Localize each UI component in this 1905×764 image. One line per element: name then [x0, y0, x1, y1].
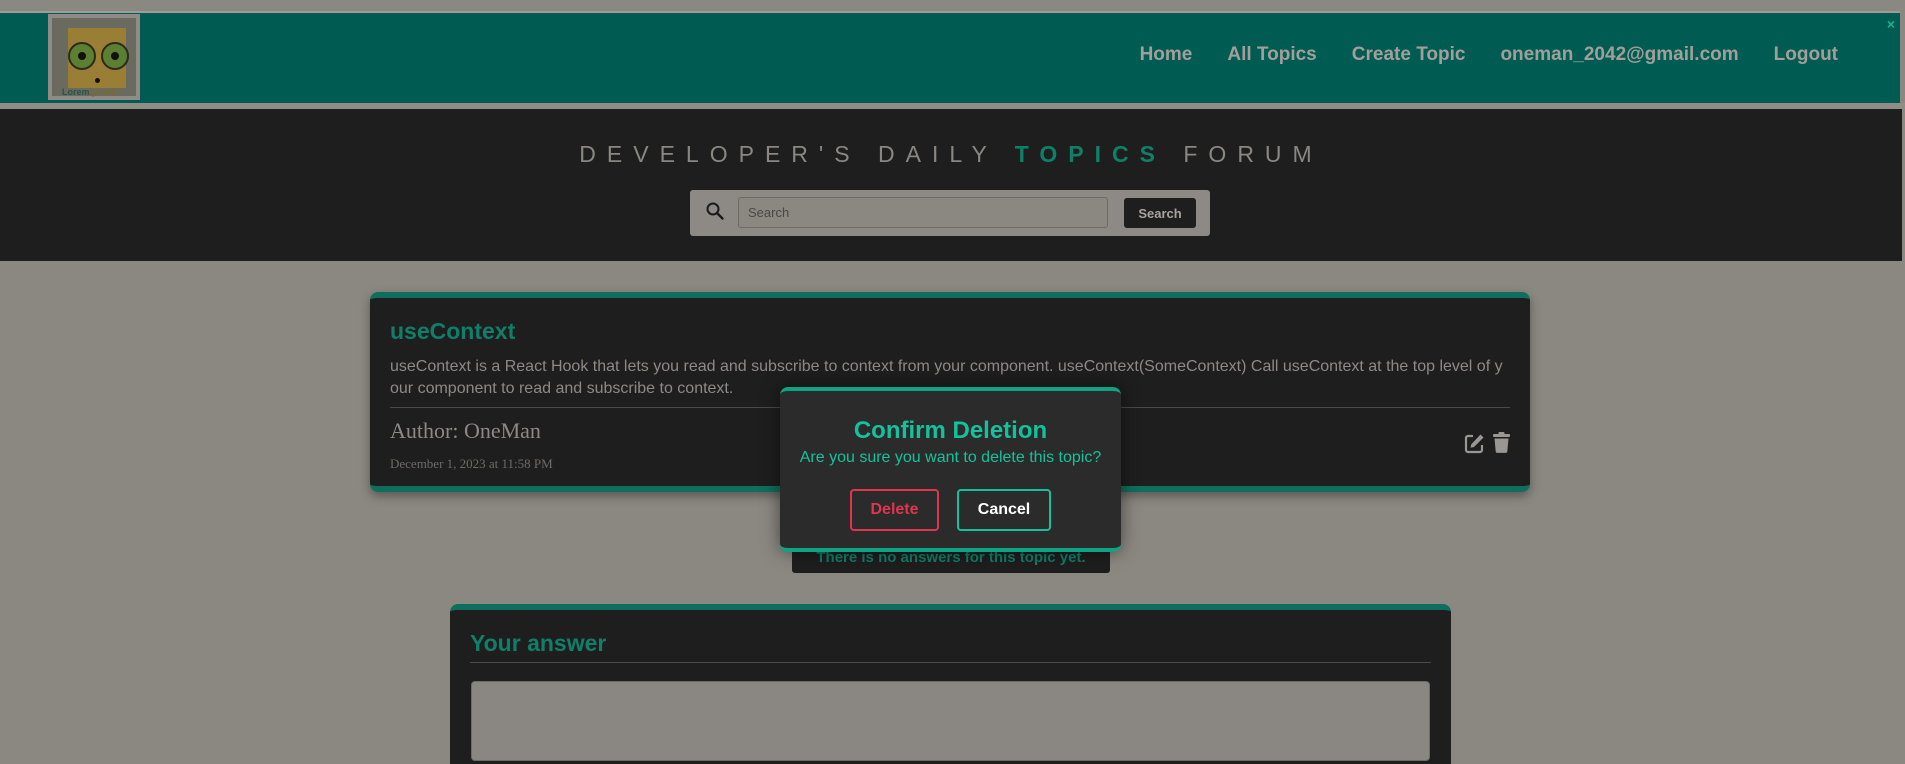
logo-left-eye	[68, 42, 96, 70]
page-title: DEVELOPER'S DAILY TOPICS FORUM	[0, 141, 1902, 168]
hero-banner: DEVELOPER'S DAILY TOPICS FORUM Search	[0, 109, 1902, 261]
title-part-accent: TOPICS	[1014, 141, 1166, 167]
title-part-post: FORUM	[1165, 141, 1323, 167]
search-input[interactable]	[738, 197, 1108, 228]
answer-form: Your answer	[450, 604, 1451, 764]
logo-mark	[68, 28, 129, 88]
delete-button[interactable]: Delete	[850, 489, 939, 531]
confirm-delete-modal: Confirm Deletion Are you sure you want t…	[780, 387, 1121, 552]
search-bar: Search	[690, 190, 1210, 236]
edit-icon[interactable]	[1464, 433, 1485, 454]
nav-all-topics[interactable]: All Topics	[1227, 44, 1316, 66]
logo-mouth	[95, 78, 100, 83]
search-icon	[706, 202, 724, 220]
search-button[interactable]: Search	[1124, 198, 1196, 228]
cancel-button[interactable]: Cancel	[957, 489, 1051, 531]
logo-text-a: Lorem	[62, 87, 90, 97]
topic-title: useContext	[390, 318, 516, 344]
answer-divider	[470, 662, 1431, 663]
close-icon[interactable]: ×	[1887, 16, 1895, 32]
main-nav: Home All Topics Create Topic oneman_2042…	[1140, 44, 1838, 66]
top-strip	[0, 0, 1905, 4]
nav-logout[interactable]: Logout	[1774, 44, 1838, 66]
topic-author: Author: OneMan	[390, 418, 541, 443]
modal-title: Confirm Deletion	[853, 417, 1048, 444]
answer-title: Your answer	[470, 630, 607, 656]
modal-message: Are you sure you want to delete this top…	[799, 449, 1102, 466]
nav-home[interactable]: Home	[1140, 44, 1193, 66]
topic-date: December 1, 2023 at 11:58 PM	[390, 456, 553, 471]
logo-text-b: Ipsum	[89, 87, 117, 97]
title-part-pre: DEVELOPER'S DAILY	[579, 141, 1015, 167]
site-header: LoremIpsum Home All Topics Create Topic …	[0, 11, 1900, 103]
answer-textarea[interactable]	[471, 681, 1430, 761]
logo-right-eye	[101, 42, 129, 70]
nav-user-email[interactable]: oneman_2042@gmail.com	[1500, 44, 1738, 66]
site-logo[interactable]: LoremIpsum	[48, 14, 140, 100]
nav-create-topic[interactable]: Create Topic	[1352, 44, 1466, 66]
trash-icon[interactable]	[1493, 432, 1510, 453]
logo-text: LoremIpsum	[62, 87, 116, 97]
